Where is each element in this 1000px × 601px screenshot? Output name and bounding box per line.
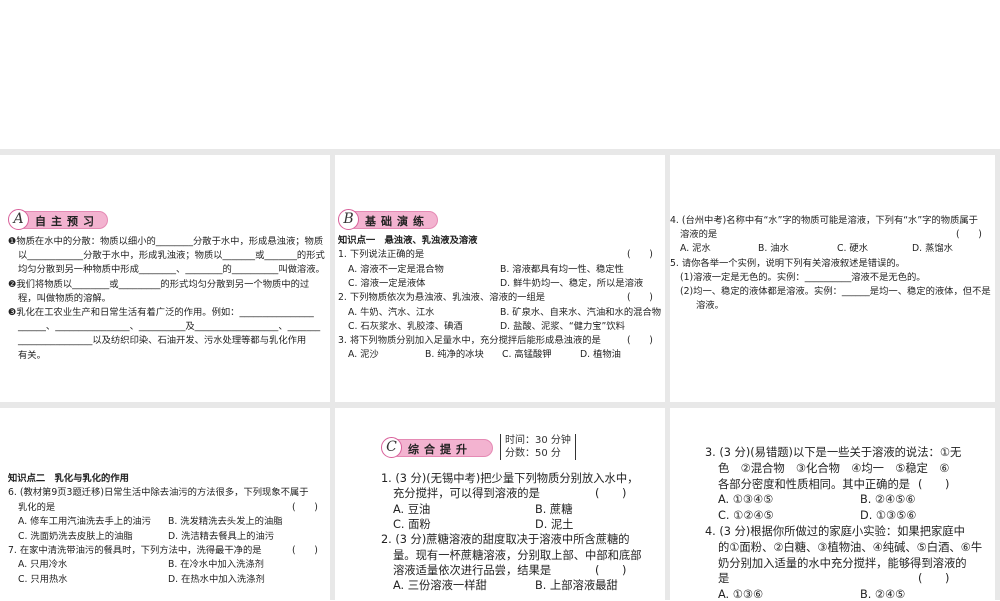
question-text: 5. 请你各举一个实例，说明下列有关溶液叙述是错误的。	[670, 257, 905, 269]
knowledge-heading: 知识点二 乳化与乳化的作用	[8, 473, 129, 484]
badge-letter: A	[8, 209, 29, 230]
question-continuation: 溶液。	[696, 300, 724, 312]
badge-letter: B	[338, 209, 359, 230]
question-text: 4. (台州中考)名称中有“水”字的物质可能是溶液，下列有“水”字的物质属于	[670, 215, 978, 226]
answer-bracket[interactable]: ( )	[627, 293, 653, 303]
question-text: ❷我们将物质以________或_________的形式均匀分散到另一个物质中的…	[8, 278, 310, 290]
answer-option[interactable]: D. 鲜牛奶均一、稳定，所以是溶液	[500, 279, 643, 289]
question-text: 2. (3 分)蔗糖溶液的甜度取决于溶液中所含蔗糖的	[381, 533, 630, 547]
section-badge: B 基础演练	[338, 209, 438, 230]
question-text: 7. 在家中清洗带油污的餐具时，下列方法中，洗得最干净的是	[8, 545, 262, 556]
answer-bracket[interactable]: ( )	[918, 573, 949, 585]
answer-option[interactable]: D. ①③⑤⑥	[860, 510, 916, 522]
answer-option[interactable]: D. 在热水中加入洗涤剂	[168, 574, 265, 584]
answer-option[interactable]: D. 盐酸、泥浆、“健力宝”饮料	[500, 321, 625, 331]
answer-bracket[interactable]: ( )	[956, 230, 982, 240]
question-text: 4. (3 分)根据你所做过的家庭小实验：如果把家庭中	[705, 525, 965, 538]
answer-option[interactable]: D. 泥土	[535, 519, 573, 531]
section-badge: A 自主预习	[8, 209, 108, 230]
time-limit: 时间：30 分钟	[505, 435, 571, 446]
question-continuation: 充分搅拌，可以得到溶液的是	[393, 487, 540, 501]
answer-option[interactable]: C. 高锰酸钾	[502, 350, 552, 360]
answer-option[interactable]: C. 溶液一定是液体	[348, 279, 425, 289]
question-text: 1. (3 分)(无锡中考)把少量下列物质分别放入水中，	[381, 472, 639, 485]
answer-option[interactable]: B. 洗发精洗去头发上的油脂	[168, 517, 283, 527]
answer-option[interactable]: A. 只用冷水	[18, 560, 67, 570]
answer-option[interactable]: B. ②④⑤	[860, 589, 905, 601]
answer-bracket[interactable]: ( )	[292, 546, 318, 556]
answer-option[interactable]: A. 泥水	[680, 244, 711, 254]
answer-option[interactable]: B. 溶液都具有均一性、稳定性	[500, 264, 624, 274]
answer-option[interactable]: A. 泥沙	[348, 350, 379, 360]
answer-option[interactable]: C. 石灰浆水、乳胶漆、碘酒	[348, 321, 463, 331]
answer-option[interactable]: B. 上部溶液最甜	[535, 580, 618, 592]
answer-option[interactable]: A. 豆油	[393, 503, 430, 515]
question-continuation: ________________以及纺织印染、石油开发、污水处理等都与乳化作用	[18, 335, 307, 347]
answer-bracket[interactable]: ( )	[627, 250, 653, 260]
answer-option[interactable]: C. 洗面奶洗去皮肤上的油脂	[18, 531, 133, 541]
answer-option[interactable]: C. ①②④⑤	[718, 510, 774, 522]
answer-option[interactable]: D. 洗洁精去餐具上的油污	[168, 531, 274, 541]
answer-option[interactable]: A. ①③④⑤	[718, 494, 773, 506]
gutter-right	[995, 149, 1000, 600]
answer-option[interactable]: B. 蔗糖	[535, 503, 573, 515]
question-continuation: 的①面粉、②白糖、③植物油、④纯碱、⑤白酒、⑥牛	[718, 540, 983, 554]
answer-option[interactable]: C. 面粉	[393, 519, 431, 531]
answer-option[interactable]: A. 牛奶、汽水、江水	[348, 307, 434, 317]
section-title: 基础演练	[365, 215, 429, 228]
question-text: 3. 将下列物质分别加入足量水中，充分搅拌后能形成悬浊液的是	[338, 335, 601, 347]
answer-option[interactable]: D. 植物油	[580, 350, 621, 360]
section-title: 自主预习	[35, 215, 99, 228]
badge-letter: C	[381, 437, 402, 458]
answer-option[interactable]: A. 修车工用汽油洗去手上的油污	[18, 517, 151, 527]
score-total: 分数：50 分	[505, 448, 561, 459]
question-continuation: 溶液的是	[680, 229, 718, 241]
section-badge: C 综合提升	[381, 437, 493, 458]
question-continuation: 乳化的是	[18, 501, 56, 513]
answer-option[interactable]: A. ①③⑥	[718, 589, 763, 601]
question-continuation: 量。现有一杯蔗糖溶液，分别取上部、中部和底部	[393, 548, 642, 562]
answer-bracket[interactable]: ( )	[595, 488, 626, 500]
question-continuation: (1)溶液一定是无色的。实例：__________溶液不是无色的。	[680, 271, 926, 283]
time-score-box: 时间：30 分钟 分数：50 分	[500, 434, 576, 460]
answer-option[interactable]: D. 蒸馏水	[912, 244, 953, 254]
question-continuation: 均匀分散到另一种物质中形成________、________的_________…	[18, 264, 325, 276]
answer-bracket[interactable]: ( )	[595, 564, 626, 576]
gutter-col1	[330, 149, 335, 600]
answer-option[interactable]: A. 三份溶液一样甜	[393, 580, 487, 592]
answer-option[interactable]: B. ②④⑤⑥	[860, 494, 915, 506]
question-continuation: (2)均一、稳定的液体都是溶液。实例：______是均一、稳定的液体，但不是	[680, 286, 991, 297]
question-text: 3. (3 分)(易错题)以下是一些关于溶液的说法：①无	[705, 446, 962, 459]
answer-option[interactable]: B. 矿泉水、自来水、汽油和水的混合物	[500, 307, 661, 317]
question-text: ❸乳化在工农业生产和日常生活有着广泛的作用。例如：_______________…	[8, 307, 314, 318]
question-continuation: 溶液适量依次进行品尝，结果是	[393, 563, 552, 577]
question-text: ❶物质在水中的分散：物质以细小的________分散于水中，形成悬浊液；物质	[8, 236, 324, 247]
answer-bracket[interactable]: ( )	[292, 502, 318, 512]
question-continuation: 各部分密度和性质相同。其中正确的是	[718, 477, 911, 491]
question-continuation: 奶分别加入适量的水中充分搅拌，能够得到溶液的	[718, 556, 967, 570]
gutter-middle	[0, 402, 1000, 408]
question-continuation: 色 ②混合物 ③化合物 ④均一 ⑤稳定 ⑥	[718, 461, 950, 475]
question-continuation: 程，叫做物质的溶解。	[18, 292, 111, 304]
question-continuation: 有关。	[18, 349, 46, 361]
answer-option[interactable]: B. 油水	[758, 244, 789, 254]
question-text: 2. 下列物质依次为悬浊液、乳浊液、溶液的一组是	[338, 292, 546, 304]
answer-option[interactable]: B. 纯净的冰块	[425, 350, 484, 360]
question-text: 6. (教材第9页3题迁移)日常生活中除去油污的方法很多，下列现象不属于	[8, 487, 309, 499]
answer-option[interactable]: C. 只用热水	[18, 574, 68, 584]
answer-bracket[interactable]: ( )	[918, 478, 949, 490]
question-text: 1. 下列说法正确的是	[338, 249, 425, 261]
question-continuation: 以____________分散于水中，形成乳浊液；物质以_______或____…	[18, 250, 325, 262]
section-title: 综合提升	[408, 443, 472, 456]
question-continuation: 是	[718, 572, 730, 586]
answer-option[interactable]: B. 在冷水中加入洗涤剂	[168, 560, 264, 570]
knowledge-heading: 知识点一 悬浊液、乳浊液及溶液	[338, 235, 478, 246]
answer-bracket[interactable]: ( )	[627, 336, 653, 346]
gutter-top	[0, 149, 1000, 155]
answer-option[interactable]: A. 溶液不一定是混合物	[348, 264, 444, 274]
answer-option[interactable]: C. 硬水	[837, 244, 868, 254]
question-continuation: ______、________________、__________及_____…	[18, 321, 321, 333]
